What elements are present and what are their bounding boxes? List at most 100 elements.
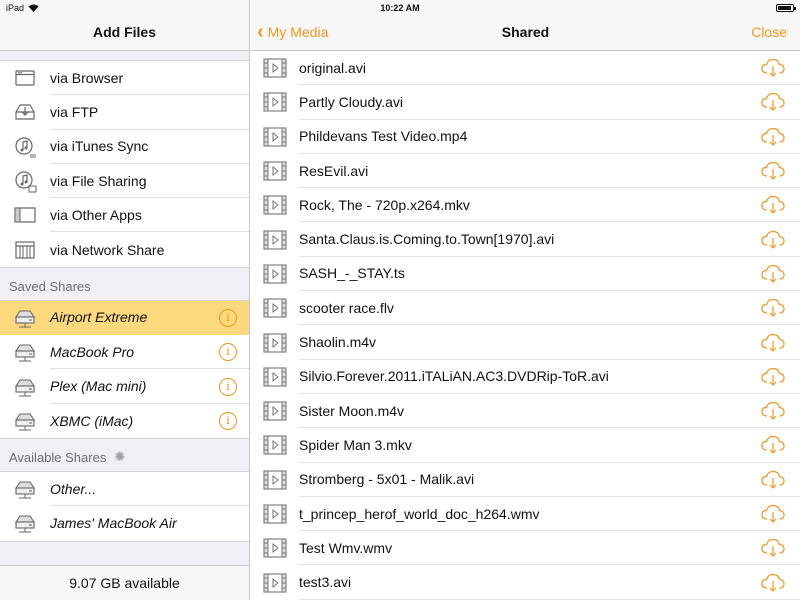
add-files-item-5[interactable]: via Network Share	[0, 232, 249, 266]
available-shares-header: Available Shares ✺	[0, 439, 249, 471]
file-name-container: test3.avi	[299, 565, 800, 600]
sidebar-title: Add Files	[92, 24, 156, 40]
cloud-download-icon[interactable]	[760, 333, 786, 353]
cloud-download-icon[interactable]	[760, 58, 786, 78]
file-name: Santa.Claus.is.Coming.to.Town[1970].avi	[299, 231, 555, 248]
file-name-container: scooter race.flv	[299, 291, 800, 326]
saved-share-item-0[interactable]: Airport Extreme i	[0, 300, 249, 336]
file-row[interactable]: ResEvil.avi	[251, 154, 800, 189]
status-bar: iPad 10:22 AM	[0, 0, 800, 16]
row-label-container: Other...	[50, 472, 249, 507]
file-name: t_princep_herof_world_doc_h264.wmv	[299, 505, 540, 522]
file-name-container: Spider Man 3.mkv	[299, 428, 800, 463]
add-files-item-0[interactable]: via Browser	[0, 61, 249, 96]
saved-shares-header: Saved Shares	[0, 268, 249, 300]
info-icon[interactable]: i	[219, 377, 237, 396]
file-row[interactable]: Shaolin.m4v	[251, 325, 800, 360]
saved-share-item-3[interactable]: XBMC (iMac) i	[0, 404, 249, 438]
file-name: Partly Cloudy.avi	[299, 93, 404, 110]
file-name: SASH_-_STAY.ts	[299, 265, 405, 282]
cloud-download-icon[interactable]	[760, 195, 786, 215]
shared-panel: ‹ My Media Shared Close original.avi Part…	[251, 0, 800, 600]
file-name-container: Rock, The - 720p.x264.mkv	[299, 188, 800, 223]
file-name: test3.avi	[299, 574, 352, 591]
cloud-download-icon[interactable]	[760, 470, 786, 490]
video-file-icon	[251, 565, 299, 599]
cloud-download-icon[interactable]	[760, 538, 786, 558]
file-row[interactable]: t_princep_herof_world_doc_h264.wmv	[251, 497, 800, 532]
cloud-download-icon[interactable]	[760, 435, 786, 455]
page-title: Shared	[501, 24, 550, 40]
cloud-download-icon[interactable]	[760, 504, 786, 524]
available-share-item-0[interactable]: Other...	[0, 472, 249, 507]
file-name-container: Santa.Claus.is.Coming.to.Town[1970].avi	[299, 222, 800, 257]
add-files-item-4[interactable]: via Other Apps	[0, 198, 249, 233]
cloud-download-icon[interactable]	[760, 401, 786, 421]
file-row[interactable]: scooter race.flv	[251, 291, 800, 326]
video-file-icon	[251, 188, 299, 222]
video-file-icon	[251, 291, 299, 325]
drive-icon	[0, 472, 50, 506]
add-files-item-3[interactable]: via File Sharing	[0, 164, 249, 199]
file-row[interactable]: Santa.Claus.is.Coming.to.Town[1970].avi	[251, 222, 800, 257]
network-share-icon	[0, 232, 50, 266]
back-button[interactable]: ‹ My Media	[257, 21, 328, 43]
cloud-download-icon[interactable]	[760, 127, 786, 147]
cloud-download-icon[interactable]	[760, 298, 786, 318]
file-row[interactable]: original.avi	[251, 51, 800, 86]
drive-icon	[0, 335, 50, 369]
file-name-container: original.avi	[299, 51, 800, 86]
status-left: iPad	[6, 3, 39, 13]
file-row[interactable]: Test Wmv.wmv	[251, 531, 800, 566]
cloud-download-icon[interactable]	[760, 573, 786, 593]
file-row[interactable]: Partly Cloudy.avi	[251, 85, 800, 120]
add-files-item-2[interactable]: via iTunes Sync	[0, 130, 249, 164]
cloud-download-icon[interactable]	[760, 367, 786, 387]
cloud-download-icon[interactable]	[760, 161, 786, 181]
wifi-icon	[28, 4, 39, 12]
available-share-item-label: Other...	[50, 480, 97, 497]
row-label-container: via iTunes Sync	[50, 130, 249, 164]
video-file-icon	[251, 154, 299, 188]
saved-share-item-label: MacBook Pro	[50, 343, 135, 360]
file-row[interactable]: Stromberg - 5x01 - Malik.avi	[251, 463, 800, 497]
saved-share-item-1[interactable]: MacBook Pro i	[0, 335, 249, 370]
file-name: Stromberg - 5x01 - Malik.avi	[299, 471, 475, 488]
file-name-container: Test Wmv.wmv	[299, 531, 800, 566]
file-name: scooter race.flv	[299, 299, 394, 316]
file-name-container: Stromberg - 5x01 - Malik.avi	[299, 463, 800, 497]
info-icon[interactable]: i	[219, 411, 237, 430]
available-share-item-1[interactable]: James' MacBook Air	[0, 506, 249, 540]
video-file-icon	[251, 325, 299, 359]
close-button[interactable]: Close	[751, 24, 787, 40]
cloud-download-icon[interactable]	[760, 92, 786, 112]
file-row[interactable]: SASH_-_STAY.ts	[251, 257, 800, 292]
file-row[interactable]: Spider Man 3.mkv	[251, 428, 800, 463]
storage-footer: 9.07 GB available	[0, 565, 249, 600]
chevron-left-icon: ‹	[257, 21, 264, 43]
add-files-item-1[interactable]: via FTP	[0, 95, 249, 130]
file-sharing-icon	[0, 164, 50, 198]
file-list: original.avi Partly Cloudy.avi Phildevans …	[251, 51, 800, 600]
file-row[interactable]: Rock, The - 720p.x264.mkv	[251, 188, 800, 223]
row-label-container: via Other Apps	[50, 198, 249, 233]
file-row[interactable]: Phildevans Test Video.mp4	[251, 120, 800, 154]
add-files-item-label: via Network Share	[50, 241, 165, 258]
file-row[interactable]: Sister Moon.m4v	[251, 394, 800, 429]
file-name: original.avi	[299, 59, 366, 76]
saved-share-item-2[interactable]: Plex (Mac mini) i	[0, 369, 249, 404]
file-name: Shaolin.m4v	[299, 334, 377, 351]
available-shares-title: Available Shares	[9, 449, 107, 465]
video-file-icon	[251, 51, 299, 85]
info-icon[interactable]: i	[219, 308, 237, 327]
file-name: Test Wmv.wmv	[299, 539, 393, 556]
device-name: iPad	[6, 3, 25, 13]
file-name: Silvio.Forever.2011.iTALiAN.AC3.DVDRip-T…	[299, 368, 609, 385]
available-share-item-label: James' MacBook Air	[50, 515, 177, 532]
file-name: Spider Man 3.mkv	[299, 436, 412, 453]
file-row[interactable]: test3.avi	[251, 565, 800, 600]
file-row[interactable]: Silvio.Forever.2011.iTALiAN.AC3.DVDRip-T…	[251, 360, 800, 394]
add-files-group: via Browser via FTP via iTunes Sync via Fil…	[0, 60, 249, 268]
cloud-download-icon[interactable]	[760, 264, 786, 284]
cloud-download-icon[interactable]	[760, 230, 786, 250]
